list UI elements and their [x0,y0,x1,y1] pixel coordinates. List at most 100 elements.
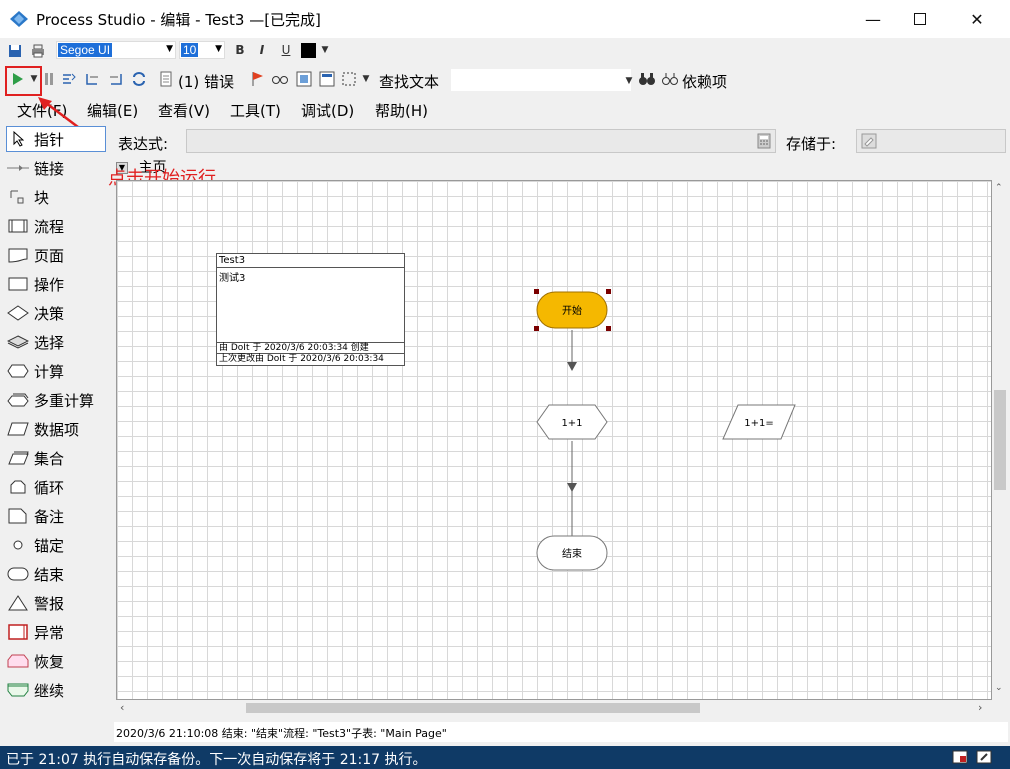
flag-icon [252,72,263,86]
maximize-icon [914,13,926,25]
close-button[interactable]: ✕ [954,0,1000,38]
palette-item-label: 锚定 [34,536,65,555]
page-view-button[interactable] [318,70,336,88]
font-family-select[interactable]: Segoe UI ▼ [56,41,176,59]
data-item-stage-label: 1+1= [744,418,773,429]
loop-icon [6,479,30,495]
step-out-button[interactable] [107,70,125,88]
resume-icon [6,682,30,698]
scroll-right-icon[interactable]: › [978,701,982,714]
select-area-button[interactable] [340,70,358,88]
palette-item-process[interactable]: 流程 [6,213,106,239]
find-text-input[interactable] [451,69,631,91]
store-in-input[interactable] [856,129,1006,153]
italic-button[interactable]: I [253,41,271,59]
calculation-icon [6,363,30,379]
vertical-scrollbar[interactable]: ⌃ ⌄ [992,180,1008,700]
font-family-value: Segoe UI [58,43,113,57]
scroll-left-icon[interactable]: ‹ [120,701,124,714]
palette-item-action[interactable]: 操作 [6,271,106,297]
maximize-button[interactable] [897,0,943,38]
eraser-icon[interactable] [861,133,877,153]
menu-help[interactable]: 帮助(H) [375,100,428,121]
menu-view[interactable]: 查看(V) [158,100,210,121]
step-button[interactable] [60,70,78,88]
palette-item-page[interactable]: 页面 [6,242,106,268]
errors-list-icon[interactable] [157,70,175,88]
palette-item-label: 数据项 [34,420,80,439]
bold-button[interactable]: B [231,41,249,59]
palette-item-pointer[interactable]: 指针 [6,126,106,152]
step-over-button[interactable] [83,70,101,88]
end-stage-label: 结束 [562,547,582,560]
fit-page-button[interactable] [295,70,313,88]
end-icon [6,566,30,582]
text-color-button[interactable] [299,41,317,59]
chevron-down-icon[interactable]: ▼ [620,72,638,90]
expression-label: 表达式: [118,135,169,153]
palette-item-block[interactable]: 块 [6,184,106,210]
status-edit-icon[interactable] [976,749,992,769]
note-icon [6,508,30,524]
menu-tools[interactable]: 工具(T) [230,100,281,121]
minimize-button[interactable]: — [850,0,896,38]
expression-input[interactable] [186,129,776,153]
palette-item-label: 块 [34,188,50,207]
breakpoint-flag-button[interactable] [248,70,266,88]
palette-item-multi-calculation[interactable]: 多重计算 [6,387,106,413]
palette-item-anchor[interactable]: 锚定 [6,532,106,558]
pointer-icon [6,131,30,147]
chevron-down-icon[interactable]: ▼ [316,41,334,59]
chevron-down-icon[interactable]: ▼ [357,70,375,88]
calculation-stage-label: 1+1 [561,418,582,429]
palette-item-exception[interactable]: 异常 [6,619,106,645]
palette-item-alert[interactable]: 警报 [6,590,106,616]
print-button[interactable] [29,42,47,60]
font-size-select[interactable]: 10 ▼ [179,41,225,59]
palette-item-label: 操作 [34,275,65,294]
palette-item-end[interactable]: 结束 [6,561,106,587]
save-button[interactable] [6,42,24,60]
horizontal-scrollbar[interactable]: ‹ › [116,700,992,716]
palette-item-resume[interactable]: 继续 [6,677,106,703]
pause-icon [45,73,53,85]
window-title: Process Studio - 编辑 - Test3 —[已完成] [36,11,321,29]
scroll-down-icon[interactable]: ⌄ [995,683,1003,693]
palette-item-decision[interactable]: 决策 [6,300,106,326]
chevron-down-icon: ▼ [215,44,222,54]
scroll-up-icon[interactable]: ⌃ [995,183,1003,193]
palette-item-label: 指针 [34,130,65,149]
exception-icon [6,624,30,640]
selection-handle[interactable] [534,289,539,294]
link-icon [6,163,30,173]
pause-button[interactable] [40,70,58,88]
selection-handle[interactable] [606,326,611,331]
errors-button[interactable]: (1) 错误 [178,71,234,92]
status-message: 已于 21:07 执行自动保存备份。下一次自动保存将于 21:17 执行。 [6,752,427,768]
selection-handle[interactable] [534,326,539,331]
palette-item-recover[interactable]: 恢复 [6,648,106,674]
palette-item-choice[interactable]: 选择 [6,329,106,355]
palette-item-note[interactable]: 备注 [6,503,106,529]
horizontal-scroll-thumb[interactable] [246,703,700,713]
status-panel-icon[interactable] [952,749,968,769]
palette-item-label: 集合 [34,449,65,468]
reset-button[interactable] [130,70,148,88]
palette-item-loop[interactable]: 循环 [6,474,106,500]
vertical-scroll-thumb[interactable] [994,390,1006,490]
find-button[interactable] [638,70,656,88]
palette-item-data-item[interactable]: 数据项 [6,416,106,442]
dependencies-button[interactable]: 依赖项 [682,71,727,92]
calculator-icon[interactable] [757,133,771,153]
watch-button[interactable] [271,70,289,88]
selection-handle[interactable] [606,289,611,294]
palette-item-collection[interactable]: 集合 [6,445,106,471]
palette-item-label: 决策 [34,304,65,323]
recover-icon [6,653,30,669]
palette-item-link[interactable]: 链接 [6,155,106,181]
underline-button[interactable]: U [277,41,295,59]
menu-debug[interactable]: 调试(D) [301,100,354,121]
palette-item-calculation[interactable]: 计算 [6,358,106,384]
process-info-box[interactable]: Test3 测试3 由 DoIt 于 2020/3/6 20:03:34 创建 … [216,253,405,366]
start-stage-label: 开始 [562,304,582,317]
